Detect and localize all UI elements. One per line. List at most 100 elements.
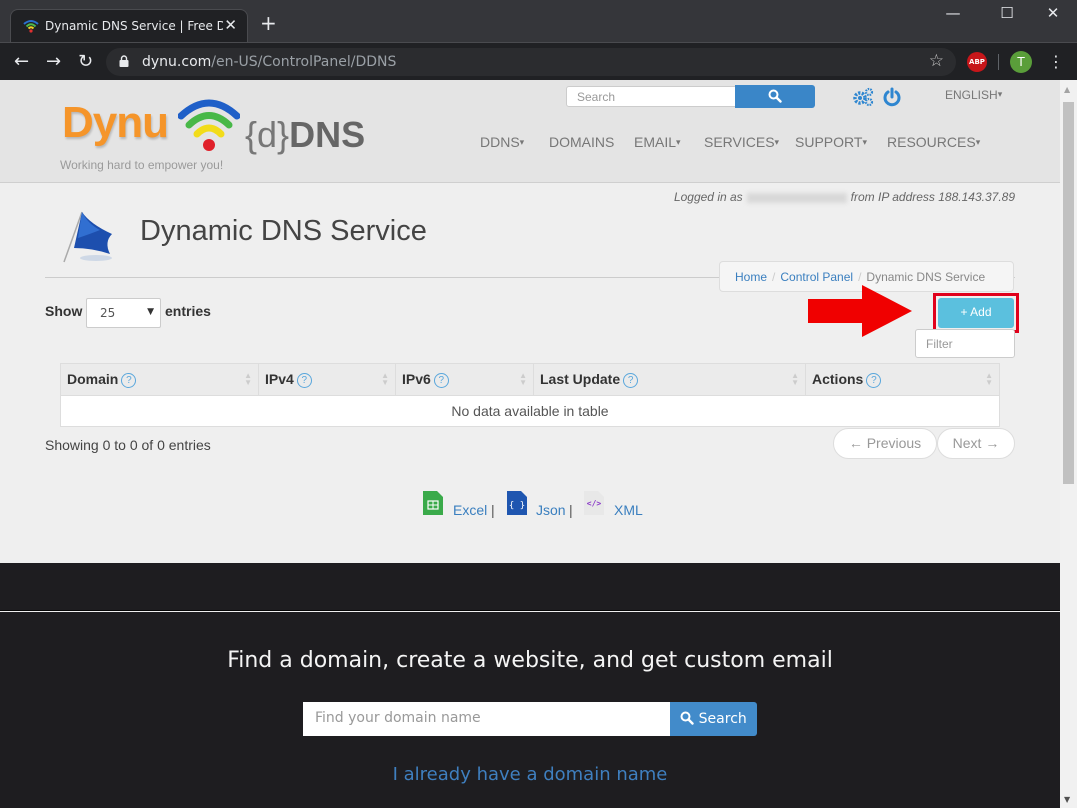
back-icon[interactable]: ← xyxy=(14,51,29,72)
breadcrumb-current: Dynamic DNS Service xyxy=(866,270,986,284)
ddns-table: Domain? ▲ ▼ IPv4? ▲ ▼ IPv6? ▲ ▼ Last Update? ▲ ▼… xyxy=(60,363,1000,427)
next-page-button[interactable]: Next → xyxy=(937,428,1015,459)
language-selector[interactable]: ENGLISH▾ xyxy=(945,88,1002,102)
chevron-down-icon: ▾ xyxy=(975,137,981,147)
export-separator: | xyxy=(569,502,573,518)
page-viewport: Dynu {d}DNS Working hard to empower you!… xyxy=(0,80,1060,808)
maximize-icon[interactable]: ☐ xyxy=(984,4,1030,22)
flag-icon xyxy=(63,211,112,263)
table-header-row: Domain? ▲ ▼ IPv4? ▲ ▼ IPv6? ▲ ▼ Last Update? ▲ ▼… xyxy=(60,363,1000,396)
json-file-icon[interactable]: { } xyxy=(507,491,527,515)
entries-per-page-value: 25 xyxy=(100,306,116,320)
show-label: Show xyxy=(45,303,83,319)
nav-ddns[interactable]: DDNS▾ xyxy=(480,134,524,150)
help-icon[interactable]: ? xyxy=(623,372,639,388)
nav-email[interactable]: EMAIL▾ xyxy=(634,134,681,150)
domain-search-button[interactable]: Search xyxy=(670,702,757,736)
nav-ddns-label: DDNS xyxy=(480,134,520,150)
url-text: dynu.com/en-US/ControlPanel/DDNS xyxy=(142,54,396,70)
export-json-link[interactable]: Json xyxy=(536,502,566,518)
nav-support[interactable]: SUPPORT▾ xyxy=(795,134,867,150)
tab-close-icon[interactable]: ✕ xyxy=(224,16,237,34)
sort-icon: ▲ ▼ xyxy=(985,371,993,387)
page-scrollbar[interactable]: ▲ ▼ xyxy=(1060,80,1077,808)
svg-text:{ }: { } xyxy=(509,501,525,511)
nav-domains[interactable]: DOMAINS xyxy=(549,134,614,150)
nav-domains-label: DOMAINS xyxy=(549,134,615,150)
browser-tab[interactable]: Dynamic DNS Service | Free DDNS ✕ xyxy=(10,9,248,43)
previous-page-button[interactable]: ← Previous xyxy=(833,428,937,459)
address-bar[interactable]: dynu.com/en-US/ControlPanel/DDNS ☆ xyxy=(106,48,956,76)
scroll-up-icon[interactable]: ▲ xyxy=(1064,85,1070,94)
dynu-favicon-icon xyxy=(23,20,39,33)
filter-input[interactable]: Filter xyxy=(915,329,1015,358)
chevron-down-icon: ▾ xyxy=(997,89,1003,99)
header-search-button[interactable] xyxy=(735,85,815,108)
logout-power-icon[interactable] xyxy=(882,87,902,107)
nav-services[interactable]: SERVICES▾ xyxy=(704,134,779,150)
profile-avatar[interactable]: T xyxy=(1010,51,1032,73)
new-tab-icon[interactable]: + xyxy=(260,11,277,35)
browser-titlebar: Dynamic DNS Service | Free DDNS ✕ + — ☐ … xyxy=(0,0,1077,43)
export-excel-link[interactable]: Excel xyxy=(453,502,487,518)
column-header-ipv4[interactable]: IPv4? ▲ ▼ xyxy=(258,363,396,396)
chevron-down-icon: ▾ xyxy=(774,137,780,147)
add-annotation-box: + Add xyxy=(933,293,1019,333)
add-button[interactable]: + Add xyxy=(938,298,1014,328)
sort-icon: ▲ ▼ xyxy=(244,371,252,387)
chevron-down-icon: ▾ xyxy=(676,137,681,147)
page-title: Dynamic DNS Service xyxy=(140,215,427,247)
tagline: Working hard to empower you! xyxy=(60,158,224,172)
url-host: dynu.com xyxy=(142,54,212,70)
nav-email-label: EMAIL xyxy=(634,134,677,150)
domain-name-input[interactable]: Find your domain name xyxy=(303,702,670,736)
language-label: ENGLISH xyxy=(945,88,998,102)
have-domain-link[interactable]: I already have a domain name xyxy=(0,764,1060,785)
reload-icon[interactable]: ↻ xyxy=(78,51,93,72)
help-icon[interactable]: ? xyxy=(866,372,882,388)
forward-icon[interactable]: → xyxy=(46,51,61,72)
breadcrumb-separator: / xyxy=(772,270,776,284)
svg-text:</>: </> xyxy=(587,499,602,508)
search-icon xyxy=(680,711,694,725)
search-icon xyxy=(768,89,782,103)
adblock-plus-icon[interactable]: ABP xyxy=(967,52,987,72)
close-window-icon[interactable]: ✕ xyxy=(1030,4,1076,22)
tab-title: Dynamic DNS Service | Free DDNS xyxy=(45,19,223,33)
sort-icon: ▲ ▼ xyxy=(791,371,799,387)
empty-table-message: No data available in table xyxy=(60,395,1000,427)
column-header-last-update[interactable]: Last Update? ▲ ▼ xyxy=(533,363,806,396)
column-header-domain[interactable]: Domain? ▲ ▼ xyxy=(60,363,259,396)
breadcrumb-control-panel[interactable]: Control Panel xyxy=(780,270,853,284)
column-header-ipv6[interactable]: IPv6? ▲ ▼ xyxy=(395,363,534,396)
nav-support-label: SUPPORT xyxy=(795,134,863,150)
scrollbar-thumb[interactable] xyxy=(1063,102,1074,484)
scroll-down-icon[interactable]: ▼ xyxy=(1064,795,1070,804)
breadcrumb-home[interactable]: Home xyxy=(735,270,767,284)
minimize-icon[interactable]: — xyxy=(930,4,976,22)
lock-icon xyxy=(119,55,129,67)
browser-toolbar: ← → ↻ dynu.com/en-US/ControlPanel/DDNS ☆… xyxy=(0,42,1077,80)
sort-icon: ▲ ▼ xyxy=(519,371,527,387)
url-path: /en-US/ControlPanel/DDNS xyxy=(211,54,397,70)
nav-resources[interactable]: RESOURCES▾ xyxy=(887,134,980,150)
bookmark-star-icon[interactable]: ☆ xyxy=(929,51,944,71)
settings-gears-icon[interactable] xyxy=(852,87,874,107)
breadcrumb-separator: / xyxy=(858,270,862,284)
excel-file-icon[interactable] xyxy=(423,491,443,515)
dynu-logo-text[interactable]: Dynu xyxy=(62,98,169,148)
help-icon[interactable]: ? xyxy=(433,372,449,388)
table-info: Showing 0 to 0 of 0 entries xyxy=(45,437,211,453)
header-search-input[interactable]: Search xyxy=(566,86,736,107)
nav-services-label: SERVICES xyxy=(704,134,775,150)
xml-file-icon[interactable]: </> xyxy=(584,491,604,515)
column-label: Actions xyxy=(812,371,864,388)
toolbar-divider xyxy=(998,54,999,70)
export-xml-link[interactable]: XML xyxy=(614,502,643,518)
help-icon[interactable]: ? xyxy=(296,372,312,388)
column-header-actions[interactable]: Actions? ▲ ▼ xyxy=(805,363,1000,396)
help-icon[interactable]: ? xyxy=(121,372,137,388)
entries-per-page-select[interactable]: 25 ▼ xyxy=(86,298,161,328)
export-separator: | xyxy=(491,502,495,518)
browser-menu-icon[interactable]: ⋮ xyxy=(1048,51,1064,73)
